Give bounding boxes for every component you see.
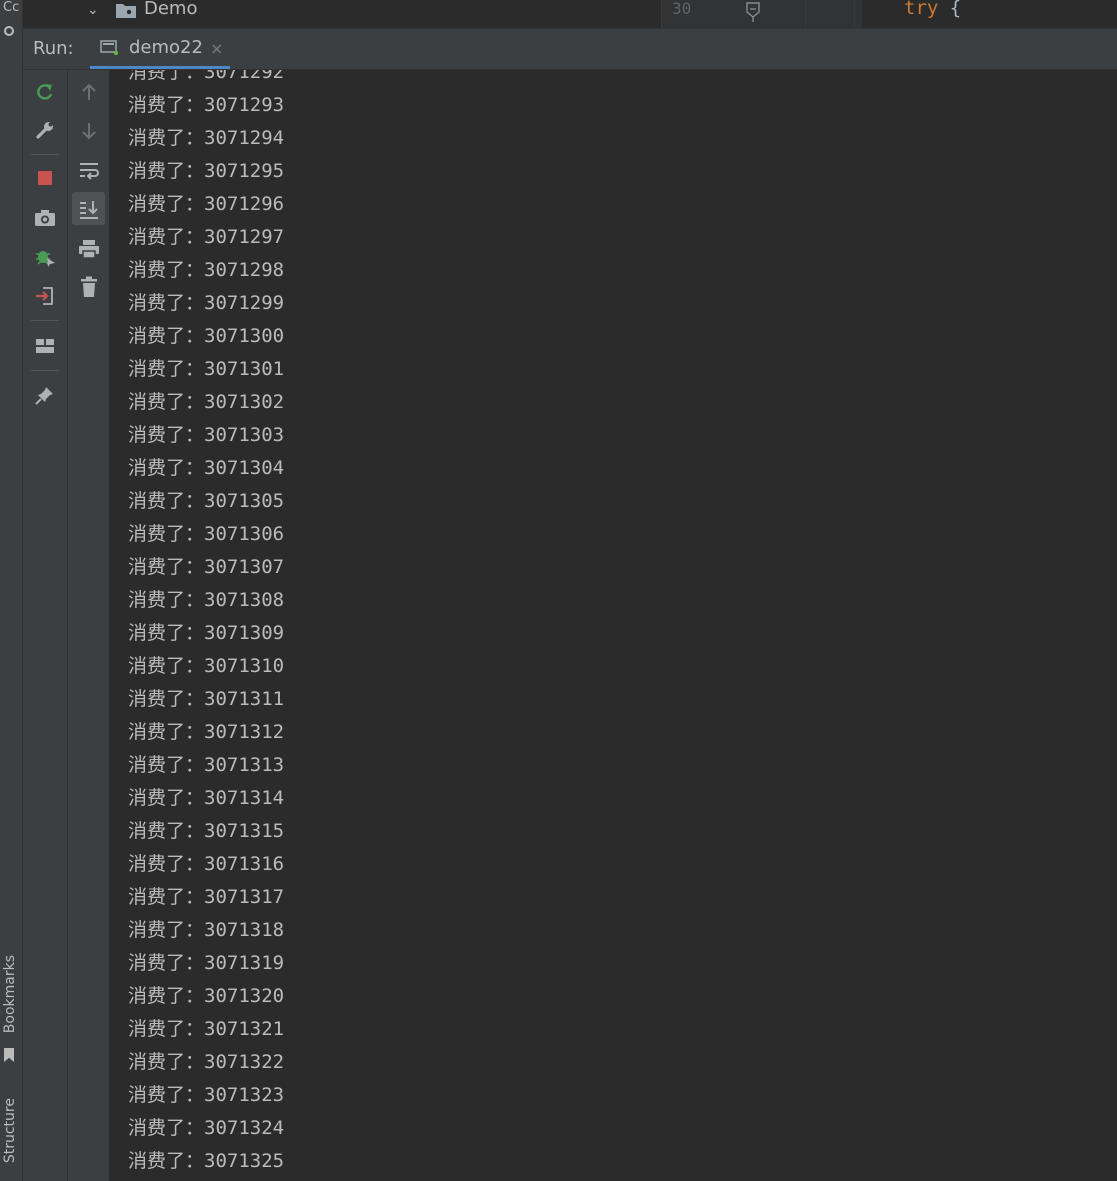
editor-breadcrumb-bar: ⌄ Demo 30 try { [23,0,1117,29]
console-line: 消费了：3071297 [128,226,285,248]
print-icon[interactable] [75,235,103,263]
console-line: 消费了：3071293 [128,94,285,116]
console-line: 消费了：3071308 [128,589,285,611]
console-line: 消费了：3071320 [128,985,285,1007]
trash-icon[interactable] [75,273,103,301]
project-name[interactable]: Demo [144,0,197,19]
console-line: 消费了：3071310 [128,655,285,677]
down-arrow-icon[interactable] [75,117,103,145]
console-line: 消费了：3071312 [128,721,285,743]
console-line: 消费了：3071316 [128,853,285,875]
bookmark-icon[interactable] [4,1048,14,1062]
console-line: 消费了：3071317 [128,886,285,908]
console-line: 消费了：3071309 [128,622,285,644]
console-line: 消费了：3071305 [128,490,285,512]
run-toolwindow-header: Run: demo22 × [23,29,1117,70]
console-line: 消费了：3071302 [128,391,285,413]
console-output[interactable]: 消费了：3071292 消费了：3071293 消费了：3071294 消费了：307… [110,70,1117,1181]
soft-wrap-icon[interactable] [75,156,103,184]
layout-icon[interactable] [31,332,59,360]
bookmarks-tab[interactable]: Bookmarks [2,955,18,1033]
run-tab-demo22[interactable]: demo22 × [90,29,230,69]
code-snippet[interactable]: try { [904,0,961,19]
console-line: 消费了：3071304 [128,457,285,479]
run-toolbar-primary [23,70,68,1181]
console-line: 消费了：3071295 [128,160,285,182]
console-line: 消费了：3071311 [128,688,285,710]
run-toolbar-secondary [68,70,110,1181]
scroll-to-end-icon[interactable] [72,192,105,225]
active-tab-indicator [90,66,230,69]
camera-icon[interactable] [31,204,59,232]
console-line: 消费了：3071321 [128,1018,285,1040]
chevron-down-icon[interactable]: ⌄ [87,2,99,18]
console-line: 消费了：3071325 [128,1150,285,1172]
pin-icon[interactable] [31,381,59,409]
console-line: 消费了：3071322 [128,1051,285,1073]
console-line: 消费了：3071318 [128,919,285,941]
left-tool-strip: Cc Bookmarks Structure [0,0,23,1181]
code-brace: { [949,0,962,19]
console-line: 消费了：3071306 [128,523,285,545]
console-line: 消费了：3071315 [128,820,285,842]
console-line: 消费了：3071296 [128,193,285,215]
run-config-icon [100,40,118,55]
console-line: 消费了：3071301 [128,358,285,380]
console-line: 消费了：3071314 [128,787,285,809]
close-icon[interactable]: × [210,39,223,58]
console-line: 消费了：3071292 [128,70,285,83]
fold-marker-icon[interactable] [746,2,760,22]
wrench-icon[interactable] [31,116,59,144]
line-number: 30 [672,0,692,18]
up-arrow-icon[interactable] [75,78,103,106]
run-tab-label: demo22 [129,37,203,58]
editor-gutter: 30 [661,0,862,28]
structure-tab[interactable]: Structure [2,1098,18,1163]
console-line: 消费了：3071298 [128,259,285,281]
console-line: 消费了：3071307 [128,556,285,578]
console-line: 消费了：3071323 [128,1084,285,1106]
folder-icon [116,4,136,18]
debug-icon[interactable] [31,243,59,271]
run-label: Run: [33,38,74,59]
commit-tab-label[interactable]: Cc [3,0,19,15]
console-line: 消费了：3071299 [128,292,285,314]
console-line: 消费了：3071303 [128,424,285,446]
console-line: 消费了：3071319 [128,952,285,974]
exit-icon[interactable] [31,282,59,310]
rerun-icon[interactable] [31,78,59,106]
stop-icon[interactable] [31,164,59,192]
console-line: 消费了：3071294 [128,127,285,149]
console-line: 消费了：3071313 [128,754,285,776]
console-line: 消费了：3071300 [128,325,285,347]
console-line: 消费了：3071324 [128,1117,285,1139]
commit-icon[interactable] [4,26,14,36]
code-keyword: try [904,0,939,19]
